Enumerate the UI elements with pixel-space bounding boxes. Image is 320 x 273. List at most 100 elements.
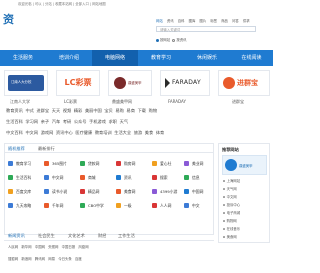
site-icon: [44, 189, 49, 194]
sidebar-list-item[interactable]: 电子商城: [223, 211, 240, 215]
tab-finance[interactable]: 财经: [98, 233, 106, 238]
nav-item[interactable]: 休闲娱乐: [184, 50, 230, 66]
dingsheng-logo: 鼎盛美甲: [112, 75, 148, 91]
school-logo: 江南人大分校: [8, 75, 44, 91]
nav-item[interactable]: 生活服务: [0, 50, 46, 66]
search-tab[interactable]: 图片: [199, 19, 206, 23]
site-icon: [116, 175, 121, 180]
logo-label[interactable]: 鼎盛美甲网: [112, 99, 132, 105]
grid-link[interactable]: 搜索: [160, 175, 168, 181]
site-icon: [184, 161, 189, 166]
site-icon: [44, 175, 49, 180]
nav-item-active[interactable]: 电脑网络: [92, 50, 138, 66]
site-icon: [8, 203, 13, 208]
search-tab[interactable]: 商品: [221, 19, 228, 23]
site-icon: [184, 203, 189, 208]
grid-link[interactable]: 中文: [192, 203, 200, 209]
grid-link[interactable]: 贷款网: [88, 161, 99, 167]
grid-link[interactable]: 资讯: [124, 175, 132, 181]
grid-link[interactable]: 教育学习: [16, 161, 31, 167]
radio-news[interactable]: [172, 38, 176, 42]
nav-item[interactable]: 教育学习: [138, 50, 184, 66]
site-icon: [80, 189, 85, 194]
logo-card[interactable]: 进群宝: [218, 70, 270, 96]
site-logo[interactable]: 资: [3, 11, 33, 33]
search-tab[interactable]: 网站: [156, 19, 163, 23]
search-input[interactable]: 请输入关键词: [156, 26, 256, 32]
grid-link[interactable]: 爱心社: [160, 161, 171, 167]
grid-link[interactable]: 读书小说: [52, 189, 67, 195]
grid-link[interactable]: 千年网: [52, 203, 63, 209]
site-icon: [8, 161, 13, 166]
site-icon: [44, 203, 49, 208]
link-row: 生活百科 学习网 亲子 汽车 考研 公众号 手机游戏 求职 天气: [6, 119, 129, 124]
site-icon: [184, 189, 189, 194]
right-sidebar: 推荐网站 鼎盛美甲 上海网站 天气网 中文网 投诉中心 电子商城 购物网 在线音…: [218, 143, 270, 243]
top-bar: 欢迎光临 | 可以 | 分站 | 收藏本站网 | 全部入口 | 网站地图: [0, 0, 273, 9]
sidebar-list-item[interactable]: 上海网站: [223, 179, 240, 183]
logo-card[interactable]: LC彩票: [56, 70, 100, 96]
grid-link[interactable]: 中国网: [192, 189, 203, 195]
sidebar-banner[interactable]: 鼎盛美甲: [222, 155, 267, 175]
sidebar-list-item[interactable]: 在线音乐: [223, 227, 240, 231]
grid-link[interactable]: 九天攻略: [16, 203, 31, 209]
main-nav: 生活服务 培训介绍 电脑网络 教育学习 休闲娱乐 在线阅读: [0, 50, 273, 66]
sidebar-list-item[interactable]: 中文网: [223, 195, 237, 199]
site-icon: [184, 175, 189, 180]
search-tab[interactable]: 标签: [210, 19, 217, 23]
sidebar-list-item[interactable]: 美食网: [223, 235, 237, 239]
grid-link[interactable]: 365图片: [52, 161, 67, 167]
logo-label[interactable]: 江南人大学: [10, 99, 30, 105]
radio-site[interactable]: [156, 38, 159, 42]
tab-random[interactable]: 随机推荐: [8, 146, 25, 151]
sidebar-list-item[interactable]: 天气网: [223, 187, 237, 191]
search-tab[interactable]: 图库: [189, 19, 196, 23]
search-tab[interactable]: 资讯: [167, 19, 174, 23]
tab-news[interactable]: 新闻资讯: [8, 233, 25, 238]
tab-society[interactable]: 社会民生: [38, 233, 55, 238]
grid-link[interactable]: 商城: [88, 175, 96, 181]
site-icon: [8, 189, 13, 194]
grid-link[interactable]: 中文网: [52, 175, 63, 181]
top-bar-links[interactable]: 欢迎光临 | 可以 | 分站 | 收藏本站网 | 全部入口 | 网站地图: [18, 2, 106, 6]
search-tab[interactable]: 百科: [178, 19, 185, 23]
grid-link[interactable]: CBO中学: [88, 203, 104, 209]
site-icon: [152, 161, 157, 166]
jinqunbao-logo: 进群宝: [222, 75, 266, 91]
logo-card[interactable]: 鼎盛美甲: [108, 70, 152, 96]
sidebar-list-item[interactable]: 购物网: [223, 219, 237, 223]
nav-item[interactable]: 培训介绍: [46, 50, 92, 66]
nav-item[interactable]: 在线阅读: [230, 50, 273, 66]
logo-label[interactable]: 进群宝: [232, 99, 244, 105]
bottom-tabs: 新闻资讯 社会民生 文化艺术 财经 工作生活: [4, 231, 214, 241]
grid-link[interactable]: 生活百科: [16, 175, 31, 181]
grid-link[interactable]: 购房网: [124, 161, 135, 167]
grid-link[interactable]: 美食网: [124, 189, 135, 195]
logo-label[interactable]: LC彩票: [64, 99, 77, 105]
lc-logo: LC彩票: [64, 78, 92, 87]
search-tab[interactable]: 供求: [243, 19, 250, 23]
logo-card[interactable]: FARADAY: [160, 70, 210, 96]
grid-link[interactable]: 美业网: [192, 161, 203, 167]
grid-link[interactable]: 一级: [124, 203, 132, 209]
sidebar-list-item[interactable]: 投诉中心: [223, 203, 240, 207]
grid-link[interactable]: 信息: [192, 175, 200, 181]
recommend-section: [4, 143, 214, 235]
site-icon: [152, 175, 157, 180]
grid-link[interactable]: 人人网: [160, 203, 171, 209]
logo-label[interactable]: FARADAY: [168, 99, 186, 104]
logo-card[interactable]: 江南人大分校: [4, 70, 48, 96]
tab-culture[interactable]: 文化艺术: [68, 233, 85, 238]
tab-life[interactable]: 工作生活: [118, 233, 135, 238]
option-news-label: 按资讯: [176, 38, 187, 42]
tab-ranking[interactable]: 最新排行: [38, 146, 55, 151]
bottom-row: 人民网 新华网 中国网 央视网 中国日报 凤凰网: [8, 245, 89, 249]
grid-link[interactable]: 精品网: [88, 189, 99, 195]
grid-link[interactable]: 4399小游: [160, 189, 177, 195]
search-tab[interactable]: 问答: [232, 19, 239, 23]
site-icon: [44, 161, 49, 166]
option-site-label: 按网站: [160, 38, 171, 42]
grid-link[interactable]: 百度文库: [16, 189, 31, 195]
site-icon: [116, 161, 121, 166]
search-tabs: 网站 资讯 百科 图库 图片 标签 商品 问答 供求: [156, 19, 253, 23]
